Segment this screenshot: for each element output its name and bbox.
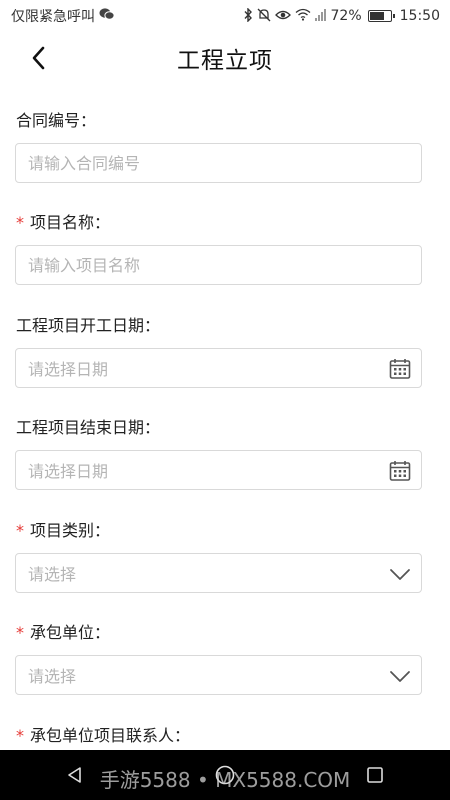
required-mark: * <box>16 521 24 540</box>
status-left: 仅限紧急呼叫 <box>11 6 115 26</box>
contractor-placeholder: 请选择 <box>28 667 77 686</box>
contractor-label-text: 承包单位： <box>30 623 111 642</box>
home-circle-icon <box>215 765 235 785</box>
project-name-label-text: 项目名称： <box>30 213 111 232</box>
contract-number-label-text: 合同编号： <box>16 111 97 130</box>
status-bar: 仅限紧急呼叫 72% 15:50 <box>0 0 450 32</box>
project-name-input-box[interactable] <box>15 245 422 285</box>
signal-icon <box>314 8 327 24</box>
battery-icon <box>367 10 395 22</box>
required-mark: * <box>16 213 24 232</box>
eye-icon <box>274 9 291 24</box>
end-date-label: 工程项目结束日期： <box>16 414 160 438</box>
contractor-label: * 承包单位： <box>16 619 110 643</box>
contract-number-label: 合同编号： <box>16 107 96 131</box>
contract-number-input[interactable] <box>28 153 409 173</box>
battery-percent: 72% <box>330 8 362 24</box>
contract-number-input-box[interactable] <box>15 143 422 183</box>
wechat-icon <box>99 7 115 25</box>
contractor-contact-label-text: 承包单位项目联系人： <box>30 726 191 745</box>
end-date-placeholder: 请选择日期 <box>28 462 109 481</box>
recents-square-icon <box>367 767 383 783</box>
project-category-label-text: 项目类别： <box>30 521 111 540</box>
nav-home-button[interactable] <box>205 755 245 795</box>
start-date-label-text: 工程项目开工日期： <box>16 316 161 335</box>
calendar-icon[interactable] <box>389 460 411 482</box>
project-category-placeholder: 请选择 <box>28 565 77 584</box>
project-name-label: * 项目名称： <box>16 209 110 233</box>
mute-icon <box>257 8 271 25</box>
back-button[interactable] <box>22 42 54 74</box>
start-date-picker[interactable]: 请选择日期 <box>15 348 422 388</box>
contractor-contact-label: * 承包单位项目联系人： <box>16 722 190 746</box>
chevron-left-icon <box>32 46 45 70</box>
status-right: 72% 15:50 <box>243 6 440 25</box>
carrier-text: 仅限紧急呼叫 <box>11 9 95 25</box>
chevron-down-icon[interactable] <box>389 563 411 585</box>
clock: 15:50 <box>399 8 440 24</box>
back-triangle-icon <box>68 767 81 783</box>
project-category-label: * 项目类别： <box>16 517 110 541</box>
calendar-icon[interactable] <box>389 358 411 380</box>
system-nav-bar <box>0 750 450 800</box>
bluetooth-icon <box>243 6 253 25</box>
end-date-label-text: 工程项目结束日期： <box>16 418 161 437</box>
nav-back-button[interactable] <box>55 755 95 795</box>
project-name-input[interactable] <box>28 255 409 275</box>
battery-fill <box>369 12 384 20</box>
end-date-picker[interactable]: 请选择日期 <box>15 450 422 490</box>
required-mark: * <box>16 623 24 642</box>
wifi-icon <box>295 8 311 24</box>
chevron-down-icon[interactable] <box>389 665 411 687</box>
page-title: 工程立项 <box>177 48 273 74</box>
contractor-select[interactable]: 请选择 <box>15 655 422 695</box>
required-mark: * <box>16 726 24 745</box>
nav-recents-button[interactable] <box>355 755 395 795</box>
header: 工程立项 <box>0 32 450 84</box>
start-date-placeholder: 请选择日期 <box>28 360 109 379</box>
start-date-label: 工程项目开工日期： <box>16 312 160 336</box>
project-category-select[interactable]: 请选择 <box>15 553 422 593</box>
